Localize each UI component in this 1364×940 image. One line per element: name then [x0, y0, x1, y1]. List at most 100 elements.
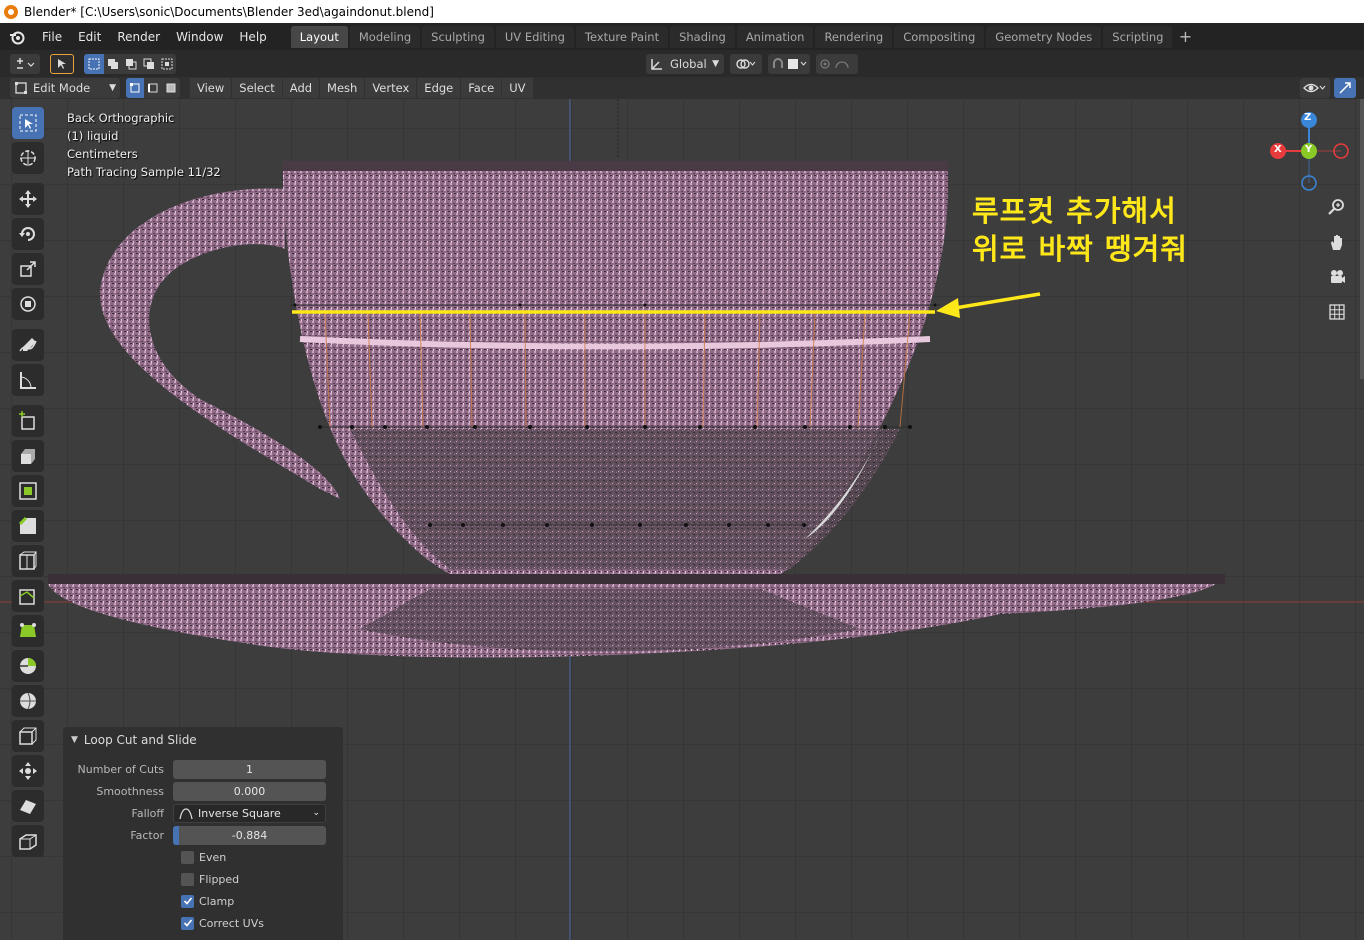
blender-menu-icon[interactable]	[0, 29, 34, 45]
number-of-cuts-field[interactable]: 1	[173, 759, 326, 779]
select-new-icon[interactable]	[84, 53, 104, 74]
shrink-fatten-icon[interactable]	[12, 755, 44, 787]
even-label: Even	[199, 850, 227, 864]
menu-select[interactable]: Select	[232, 78, 282, 98]
smoothness-row: Smoothness 0.000	[63, 781, 343, 801]
correct-uvs-checkbox-box[interactable]	[181, 916, 194, 930]
tab-layout[interactable]: Layout	[290, 25, 348, 48]
cursor-icon[interactable]	[12, 142, 44, 174]
menu-vertex[interactable]: Vertex	[365, 78, 417, 98]
tab-uv-editing[interactable]: UV Editing	[495, 25, 574, 48]
poly-build-icon[interactable]	[12, 615, 44, 647]
rotate-icon[interactable]	[12, 218, 44, 250]
falloff-dropdown[interactable]: Inverse Square ⌄	[173, 803, 326, 823]
clamp-checkbox-box[interactable]	[181, 894, 194, 908]
mode-value: Edit Mode	[33, 81, 91, 95]
tab-animation[interactable]: Animation	[736, 25, 814, 48]
even-checkbox[interactable]: Even	[181, 850, 227, 864]
tab-shading[interactable]: Shading	[670, 25, 735, 48]
add-cube-icon[interactable]	[12, 405, 44, 437]
editor-type-icon[interactable]	[10, 53, 40, 74]
scale-icon[interactable]	[12, 253, 44, 285]
menu-uv[interactable]: UV	[502, 78, 533, 98]
select-invert-icon[interactable]	[140, 53, 158, 74]
transform-orientation-dropdown[interactable]: Global ▼	[646, 53, 724, 74]
rip-region-icon[interactable]	[12, 825, 44, 857]
operator-panel-header[interactable]: ▼ Loop Cut and Slide	[63, 727, 343, 753]
tab-sculpting[interactable]: Sculpting	[422, 25, 494, 48]
annotate-icon[interactable]	[12, 329, 44, 361]
select-subtract-icon[interactable]	[122, 53, 140, 74]
select-extend-icon[interactable]	[104, 53, 122, 74]
bevel-icon[interactable]	[12, 510, 44, 542]
viewport-scrollbar[interactable]	[1360, 99, 1364, 379]
pan-hand-icon[interactable]	[1323, 228, 1351, 256]
edge-select-icon[interactable]	[144, 78, 162, 98]
edge-slide-icon[interactable]	[12, 720, 44, 752]
measure-icon[interactable]	[12, 364, 44, 396]
tab-texture-paint[interactable]: Texture Paint	[575, 25, 669, 48]
blender-logo-icon	[4, 4, 18, 19]
select-box-icon[interactable]	[12, 107, 44, 139]
menu-add[interactable]: Add	[282, 78, 320, 98]
smooth-vertices-icon[interactable]	[12, 685, 44, 717]
tool-settings-header: Global ▼	[0, 50, 1364, 77]
view-name-text: Back Orthographic	[67, 111, 175, 125]
flipped-row: Flipped	[63, 869, 343, 889]
transform-orientation-value: Global	[670, 56, 707, 71]
face-select-icon[interactable]	[162, 78, 180, 98]
knife-icon[interactable]	[12, 580, 44, 612]
menu-edge[interactable]: Edge	[417, 78, 461, 98]
mode-dropdown[interactable]: Edit Mode ▼	[10, 78, 120, 98]
correct-uvs-checkbox[interactable]: Correct UVs	[181, 916, 264, 930]
menu-help[interactable]: Help	[231, 26, 274, 48]
select-intersect-icon[interactable]	[158, 53, 176, 74]
factor-slider-fill	[173, 825, 179, 845]
collapse-chevron-icon[interactable]: ▼	[71, 727, 78, 753]
menu-window[interactable]: Window	[168, 26, 231, 48]
falloff-label: Falloff	[131, 806, 164, 820]
pivot-point-icon[interactable]	[730, 53, 762, 74]
shear-icon[interactable]	[12, 790, 44, 822]
factor-slider[interactable]: -0.884	[173, 825, 326, 845]
menu-render[interactable]: Render	[109, 26, 168, 48]
zoom-icon[interactable]	[1323, 193, 1351, 221]
menu-edit[interactable]: Edit	[70, 26, 109, 48]
move-icon[interactable]	[12, 183, 44, 215]
factor-value: -0.884	[231, 828, 268, 842]
inset-faces-icon[interactable]	[12, 475, 44, 507]
loop-cut-icon[interactable]	[12, 545, 44, 577]
camera-view-icon[interactable]	[1323, 263, 1351, 291]
visibility-icon[interactable]	[1300, 78, 1330, 98]
flipped-checkbox-box[interactable]	[181, 872, 194, 886]
gizmo-toggle-icon[interactable]	[1334, 78, 1356, 98]
annotation-arrowhead	[936, 298, 960, 318]
proportional-editing-icon[interactable]	[816, 53, 858, 74]
even-checkbox-box[interactable]	[181, 850, 194, 864]
tab-compositing[interactable]: Compositing	[894, 25, 985, 48]
extrude-region-icon[interactable]	[12, 440, 44, 472]
spin-icon[interactable]	[12, 650, 44, 682]
select-box-tool-icon[interactable]	[50, 53, 74, 74]
add-workspace-icon[interactable]: +	[1174, 27, 1196, 46]
tab-modeling[interactable]: Modeling	[349, 25, 421, 48]
vertex-select-icon[interactable]	[126, 78, 144, 98]
clamp-checkbox[interactable]: Clamp	[181, 894, 234, 908]
menu-view[interactable]: View	[190, 78, 232, 98]
unit-scale-text: Centimeters	[67, 147, 138, 161]
tab-rendering[interactable]: Rendering	[815, 25, 893, 48]
loop-cut-operator-panel: ▼ Loop Cut and Slide Number of Cuts 1 Sm…	[63, 727, 343, 940]
flipped-checkbox[interactable]: Flipped	[181, 872, 239, 886]
snapping-icon[interactable]	[768, 53, 810, 74]
menu-mesh[interactable]: Mesh	[320, 78, 365, 98]
smoothness-field[interactable]: 0.000	[173, 781, 326, 801]
menu-file[interactable]: File	[34, 26, 70, 48]
tab-geometry-nodes[interactable]: Geometry Nodes	[986, 25, 1102, 48]
menu-face[interactable]: Face	[461, 78, 502, 98]
navigation-gizmo[interactable]: Z X Y	[1266, 108, 1352, 194]
viewport-info-overlay: Back Orthographic (1) liquid Centimeters…	[67, 109, 221, 181]
orthographic-grid-icon[interactable]	[1323, 298, 1351, 326]
transform-icon[interactable]	[12, 288, 44, 320]
falloff-curve-icon	[179, 807, 193, 819]
tab-scripting[interactable]: Scripting	[1103, 25, 1173, 48]
